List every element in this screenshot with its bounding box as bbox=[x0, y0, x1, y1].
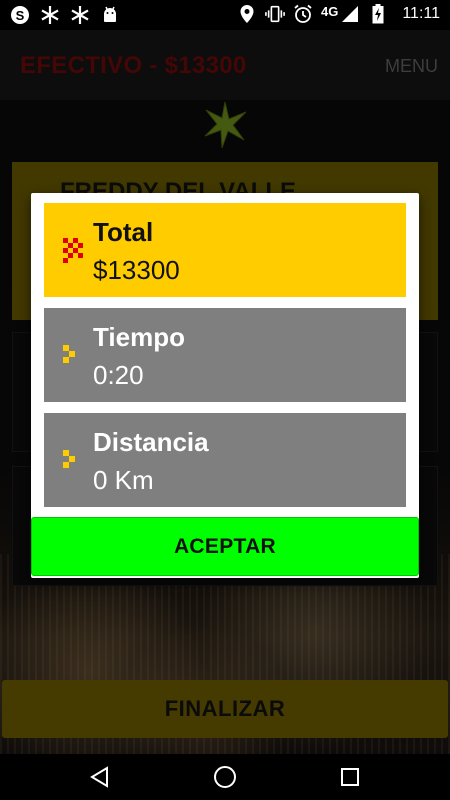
android-icon bbox=[100, 5, 120, 25]
total-label: Total bbox=[93, 217, 154, 247]
alarm-icon bbox=[293, 4, 313, 24]
menu-button[interactable]: MENU bbox=[385, 56, 438, 77]
time-arrow-icon bbox=[61, 341, 85, 369]
tiempo-label: Tiempo bbox=[93, 322, 185, 352]
app-bar: EFECTIVO - $13300 MENU bbox=[0, 30, 450, 100]
battery-charging-icon bbox=[368, 4, 388, 24]
tiempo-value: 0:20 bbox=[93, 360, 144, 390]
total-value: $13300 bbox=[93, 255, 180, 285]
svg-text:S: S bbox=[16, 8, 25, 23]
accept-button[interactable]: ACEPTAR bbox=[31, 517, 419, 576]
distancia-value: 0 Km bbox=[93, 465, 154, 495]
recents-icon[interactable] bbox=[335, 762, 365, 792]
asterisk-icon bbox=[70, 5, 90, 25]
home-icon[interactable] bbox=[210, 762, 240, 792]
distance-arrow-icon bbox=[61, 446, 85, 474]
status-system: 4G 11:11 bbox=[237, 4, 440, 24]
vibrate-icon bbox=[265, 4, 285, 24]
signal-icon bbox=[340, 4, 360, 24]
skype-icon: S bbox=[10, 5, 30, 25]
navigation-bar bbox=[0, 754, 450, 800]
location-icon bbox=[237, 4, 257, 24]
tiempo-card: Tiempo 0:20 bbox=[44, 308, 406, 402]
network-type-label: 4G bbox=[320, 3, 339, 19]
clock: 11:11 bbox=[402, 5, 440, 22]
total-card: Total $13300 bbox=[44, 203, 406, 297]
distancia-label: Distancia bbox=[93, 427, 209, 457]
checkered-flag-icon bbox=[61, 236, 85, 264]
distancia-card: Distancia 0 Km bbox=[44, 413, 406, 507]
status-notifications: S bbox=[10, 5, 120, 25]
finalizar-button[interactable]: FINALIZAR bbox=[2, 680, 448, 738]
payment-title: EFECTIVO - $13300 bbox=[20, 52, 247, 79]
asterisk-icon bbox=[40, 5, 60, 25]
star-logo-icon bbox=[200, 100, 250, 150]
status-bar: S 4G 11:11 bbox=[0, 0, 450, 30]
back-icon[interactable] bbox=[85, 762, 115, 792]
